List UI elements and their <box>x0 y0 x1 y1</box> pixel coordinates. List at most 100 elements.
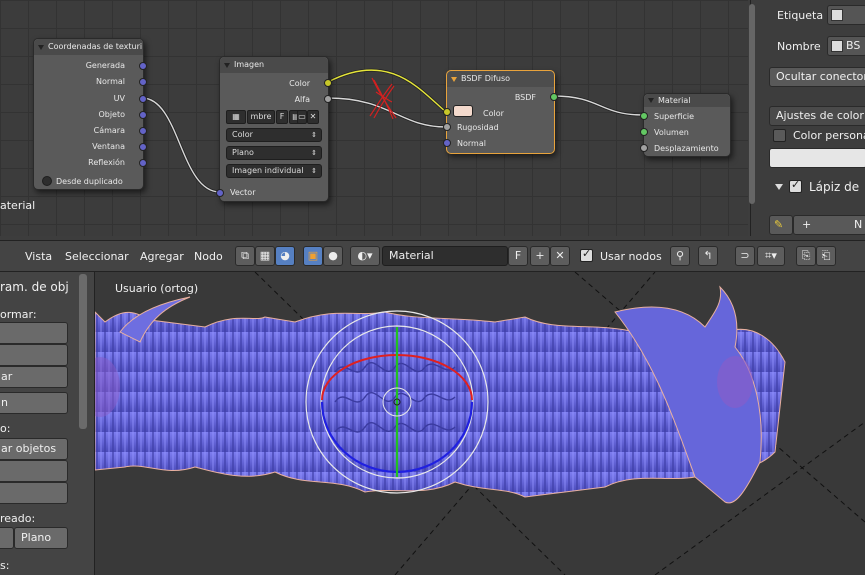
source-select[interactable]: Imagen individual ⇕ <box>226 164 322 178</box>
material-browse-icon[interactable]: ◐▾ <box>350 246 380 266</box>
socket-uv[interactable] <box>139 95 147 103</box>
input-label-superficie: Superficie <box>654 112 695 121</box>
snap-magnet-icon[interactable]: ⊃ <box>735 246 755 266</box>
material-fake-user-button[interactable]: F <box>508 246 528 266</box>
parent-tree-icon[interactable]: ↰ <box>698 246 718 266</box>
socket-camara[interactable] <box>139 127 147 135</box>
socket-bsdf-out[interactable] <box>550 93 558 101</box>
new-layer-button[interactable]: + N <box>793 215 865 235</box>
node-icon <box>831 9 843 21</box>
input-label-volumen: Volumen <box>654 128 689 137</box>
node-texture-coordinate[interactable]: Coordenadas de texturi Generada Normal U… <box>33 38 147 190</box>
view-label: Usuario (ortog) <box>115 282 199 295</box>
image-folder-icon[interactable]: ▭ <box>297 110 307 124</box>
section2-label: o: <box>0 422 11 435</box>
edit-button-2[interactable] <box>0 482 68 504</box>
collapse-triangle-icon[interactable] <box>38 45 44 50</box>
socket-generada[interactable] <box>139 62 147 70</box>
shade-flat-button[interactable]: Plano <box>14 527 68 549</box>
socket-alfa-out[interactable] <box>324 95 332 103</box>
viewport-scene <box>95 272 865 575</box>
socket-color-out[interactable] <box>324 79 332 87</box>
color-swatch[interactable] <box>453 105 473 117</box>
color-space-select[interactable]: Color ⇕ <box>226 128 322 142</box>
texture-tree-icon[interactable]: ▦ <box>255 246 275 266</box>
custom-color-checkbox[interactable] <box>773 129 786 142</box>
node-header[interactable]: Imagen <box>220 57 328 73</box>
checkmark-icon: ✓ <box>791 178 801 191</box>
socket-vector-in[interactable] <box>216 189 224 197</box>
join-objects-button[interactable]: ar objetos <box>0 438 68 460</box>
socket-objeto[interactable] <box>139 111 147 119</box>
socket-color-in[interactable] <box>443 108 451 116</box>
socket-volumen-in[interactable] <box>640 128 648 136</box>
menu-node[interactable]: Nodo <box>194 250 223 263</box>
pencil-icon-button[interactable]: ✎ <box>769 215 793 235</box>
menu-select[interactable]: Seleccionar <box>65 250 129 263</box>
color-settings-panel-header[interactable]: Ajustes de color <box>769 106 865 126</box>
image-browse-button[interactable]: ▦ <box>226 110 246 124</box>
menu-view[interactable]: Vista <box>25 250 52 263</box>
node-header[interactable]: BSDF Difuso <box>447 71 554 87</box>
socket-rugosidad-in[interactable] <box>443 123 451 131</box>
shade-smooth-button[interactable] <box>0 527 14 549</box>
material-name-field[interactable]: Material <box>382 246 508 266</box>
collapse-triangle-icon[interactable] <box>648 98 654 103</box>
new-label: N <box>854 218 863 231</box>
pin-icon[interactable]: ⚲ <box>670 246 690 266</box>
object-shader-icon[interactable]: ▣ <box>303 246 323 266</box>
socket-ventana[interactable] <box>139 143 147 151</box>
node-title: Imagen <box>234 60 265 69</box>
input-label-rugosidad: Rugosidad <box>457 123 499 132</box>
socket-desplazamiento-in[interactable] <box>640 144 648 152</box>
transform-button-4[interactable]: n <box>0 392 68 414</box>
copy-icon[interactable]: ⎘ <box>796 246 816 266</box>
name-field-label: Nombre <box>777 40 821 53</box>
node-image[interactable]: Imagen Color Alfa ▦ mbre F ▤ ▭ ✕ Color ⇕ … <box>216 56 332 202</box>
node-material-output[interactable]: Material Superficie Volumen Desplazamien… <box>640 93 731 157</box>
node-diffuse-bsdf[interactable]: BSDF Difuso BSDF Color Rugosidad Normal <box>443 70 558 154</box>
3d-viewport[interactable]: Usuario (ortog) <box>95 272 865 575</box>
grease-pencil-checkbox[interactable]: ✓ <box>789 178 802 193</box>
node-header[interactable]: Coordenadas de texturi <box>34 39 143 55</box>
paste-icon[interactable]: ⎗ <box>816 246 836 266</box>
use-nodes-checkbox[interactable]: ✓ <box>580 247 593 262</box>
label-field[interactable] <box>827 5 865 25</box>
expand-triangle-icon[interactable] <box>775 184 783 190</box>
output-label-normal: Normal <box>96 77 125 86</box>
compositing-tree-icon[interactable]: ◕ <box>275 246 295 266</box>
from-dupli-label: Desde duplicado <box>56 177 123 186</box>
image-fake-user-button[interactable]: F <box>276 110 288 124</box>
label-field-label: Etiqueta <box>777 9 824 22</box>
collapse-triangle-icon[interactable] <box>451 77 457 82</box>
image-name-field[interactable]: mbre <box>247 110 275 124</box>
transform-button-1[interactable] <box>0 322 68 344</box>
socket-superficie-in[interactable] <box>640 112 648 120</box>
toolshelf-scrollbar[interactable] <box>79 274 87 429</box>
socket-normal[interactable] <box>139 78 147 86</box>
collapse-triangle-icon[interactable] <box>224 63 230 68</box>
menu-add[interactable]: Agregar <box>140 250 184 263</box>
node-header[interactable]: Material <box>644 94 730 107</box>
node-title: BSDF Difuso <box>461 74 511 83</box>
props-scrollbar[interactable] <box>749 4 755 204</box>
edit-button-1[interactable] <box>0 460 68 482</box>
image-unlink-icon[interactable]: ✕ <box>307 110 319 124</box>
transform-button-3[interactable]: ar <box>0 366 68 388</box>
projection-select[interactable]: Plano ⇕ <box>226 146 322 160</box>
unlink-material-icon[interactable]: ✕ <box>550 246 570 266</box>
name-field[interactable]: BS <box>827 36 865 56</box>
world-shader-icon[interactable]: ● <box>323 246 343 266</box>
add-material-icon[interactable]: + <box>530 246 550 266</box>
socket-normal-in[interactable] <box>443 139 451 147</box>
socket-reflexion[interactable] <box>139 159 147 167</box>
updown-arrow-icon: ⇕ <box>311 167 317 175</box>
from-dupli-checkbox[interactable] <box>42 176 52 186</box>
hide-sockets-button[interactable]: Ocultar conectores <box>769 67 865 87</box>
transform-button-2[interactable] <box>0 344 68 366</box>
snap-element-icon[interactable]: ⌗▾ <box>757 246 785 266</box>
shader-tree-icon[interactable]: ⧉ <box>235 246 255 266</box>
node-editor[interactable]: Coordenadas de texturi Generada Normal U… <box>0 0 748 236</box>
custom-color-swatch[interactable] <box>769 148 865 168</box>
output-label-alfa: Alfa <box>294 95 310 104</box>
